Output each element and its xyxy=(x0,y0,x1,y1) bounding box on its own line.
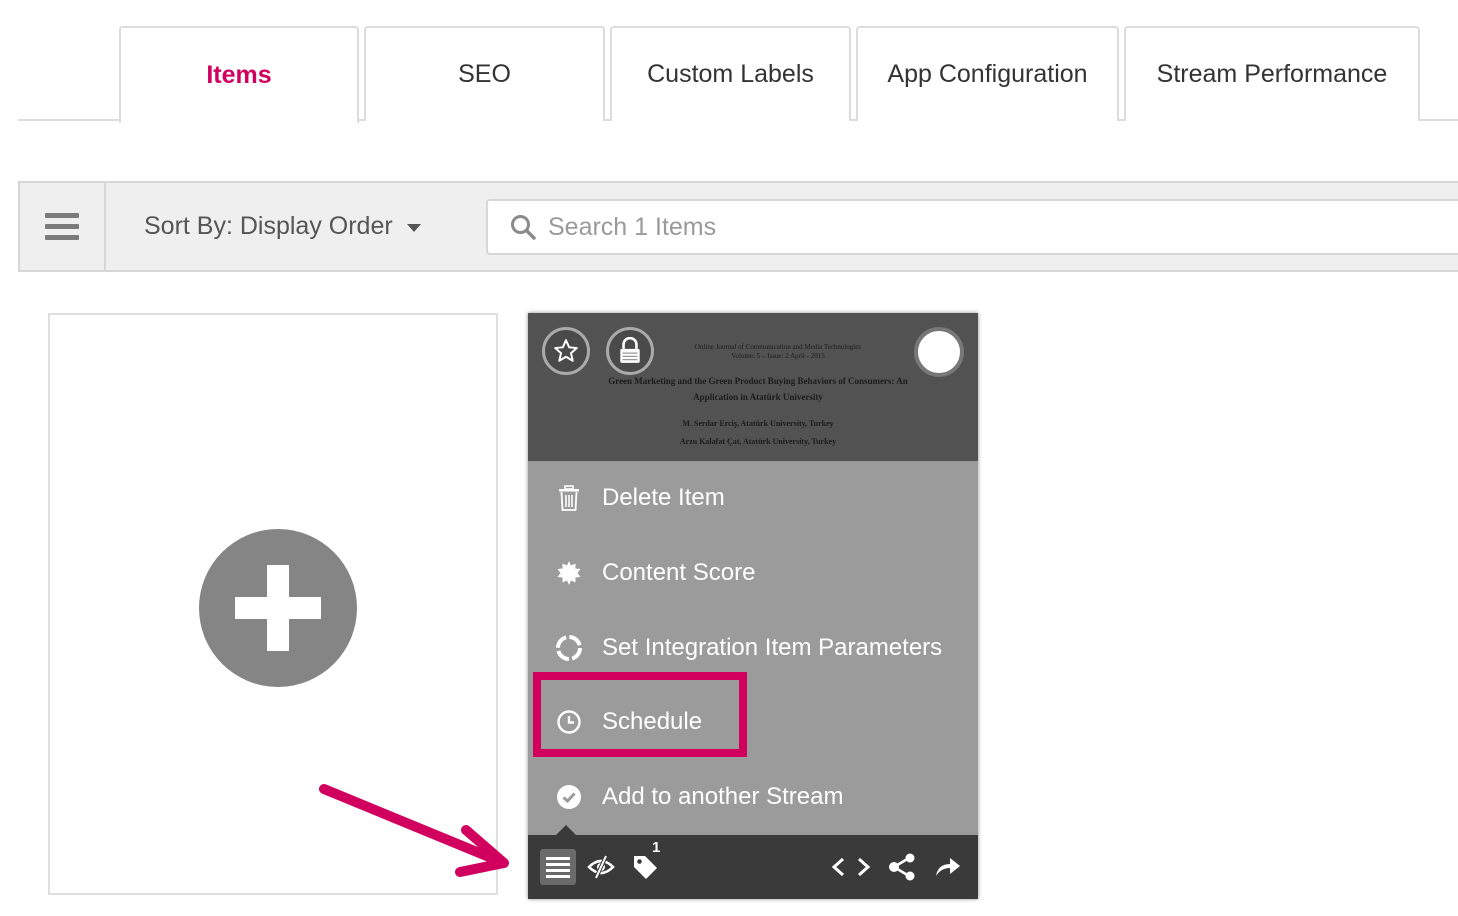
forward-button[interactable] xyxy=(932,849,964,885)
integration-parameters-label: Set Integration Item Parameters xyxy=(602,634,943,661)
item-actions-menu: Delete Item Content Score Set Integratio… xyxy=(528,461,978,835)
add-to-stream-label: Add to another Stream xyxy=(602,783,844,810)
tag-count-badge: 1 xyxy=(652,839,661,856)
trash-icon xyxy=(554,483,584,513)
item-card[interactable]: Online Journal of Communication and Medi… xyxy=(528,313,978,899)
paper-title-line1: Green Marketing and the Green Product Bu… xyxy=(608,376,908,386)
add-item-card[interactable] xyxy=(48,313,498,895)
menu-pointer xyxy=(556,825,576,835)
author-2: Arzu Kalafat Çat, Atatürk University, Tu… xyxy=(679,437,837,446)
star-icon xyxy=(554,339,578,362)
menu-toggle-button[interactable] xyxy=(540,849,576,885)
eye-slash-icon xyxy=(587,855,615,879)
search-box[interactable] xyxy=(486,199,1458,255)
plus-circle-icon[interactable] xyxy=(199,529,357,687)
embed-code-button[interactable] xyxy=(830,849,872,885)
sort-label: Sort By: Display Order xyxy=(144,212,393,240)
lock-button[interactable] xyxy=(606,327,654,375)
content-score-option[interactable]: Content Score xyxy=(528,536,978,610)
sort-dropdown[interactable]: Sort By: Display Order xyxy=(144,183,421,270)
tab-stream-performance[interactable]: Stream Performance xyxy=(1124,26,1420,121)
delete-item-label: Delete Item xyxy=(602,484,725,511)
badge-burst-icon xyxy=(554,558,584,588)
check-circle-icon xyxy=(554,782,584,812)
lock-icon xyxy=(620,337,640,363)
tab-custom-labels[interactable]: Custom Labels xyxy=(610,26,851,121)
schedule-option[interactable]: Schedule xyxy=(528,685,978,759)
tag-icon xyxy=(634,856,657,879)
code-icon xyxy=(831,857,871,877)
forward-arrow-icon xyxy=(936,858,960,876)
hamburger-menu-button[interactable] xyxy=(20,183,106,270)
tab-app-configuration[interactable]: App Configuration xyxy=(856,26,1119,121)
integration-parameters-option[interactable]: Set Integration Item Parameters xyxy=(528,611,978,685)
share-icon xyxy=(889,853,915,881)
paper-title-line2: Application in Atatürk University xyxy=(693,392,823,402)
caret-down-icon xyxy=(406,223,421,232)
share-button[interactable] xyxy=(886,849,918,885)
add-to-stream-option[interactable]: Add to another Stream xyxy=(528,760,978,834)
items-toolbar: Sort By: Display Order xyxy=(18,181,1458,272)
clock-icon xyxy=(554,707,584,737)
hamburger-icon xyxy=(45,213,79,240)
search-input[interactable] xyxy=(548,212,1348,242)
tab-items[interactable]: Items xyxy=(119,26,359,123)
tab-seo[interactable]: SEO xyxy=(364,26,605,121)
select-item-checkbox[interactable] xyxy=(914,327,964,377)
star-button[interactable] xyxy=(542,327,590,375)
schedule-label: Schedule xyxy=(602,708,703,735)
author-1: M. Serdar Erciş, Atatürk University, Tur… xyxy=(682,419,834,428)
search-icon xyxy=(511,215,536,240)
visibility-toggle-button[interactable] xyxy=(586,849,616,885)
sync-circle-icon xyxy=(554,633,584,663)
content-score-label: Content Score xyxy=(602,559,756,586)
list-icon xyxy=(546,857,570,878)
delete-item-option[interactable]: Delete Item xyxy=(528,461,978,535)
item-card-toolbar: 1 xyxy=(528,825,978,899)
item-thumbnail[interactable]: Online Journal of Communication and Medi… xyxy=(528,313,978,461)
